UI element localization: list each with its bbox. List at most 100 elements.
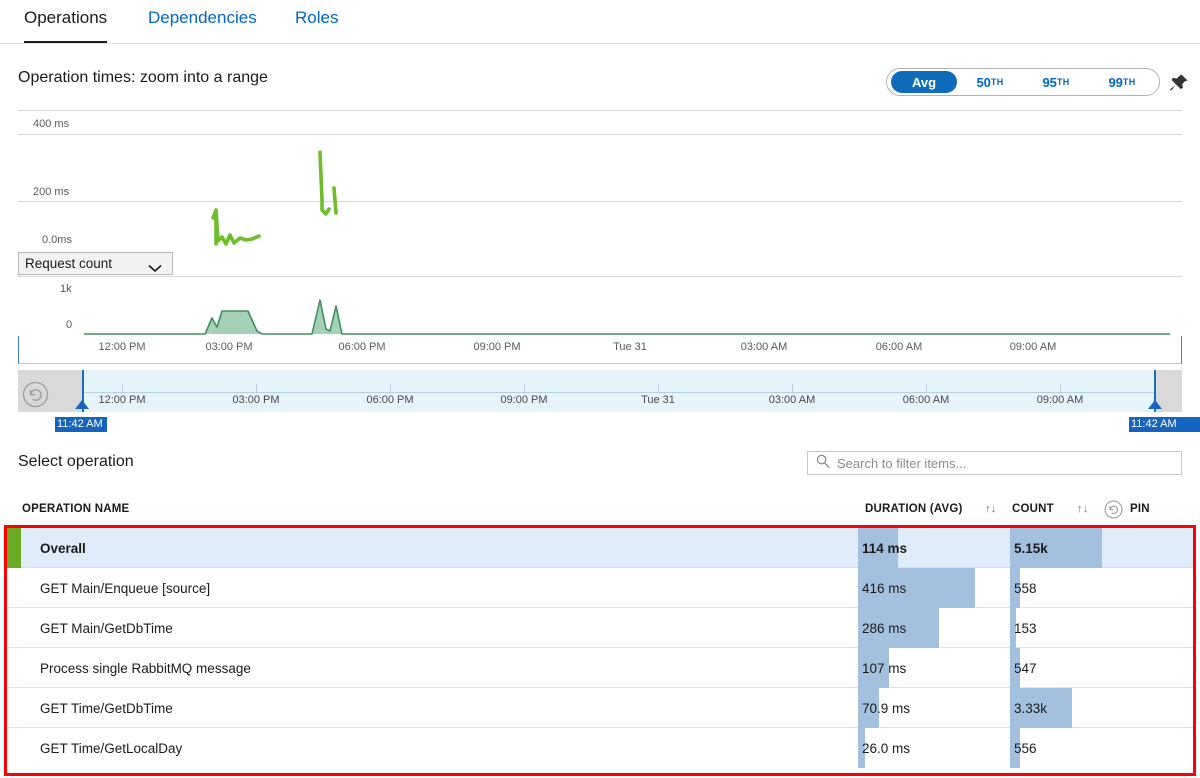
percentile-avg[interactable]: Avg: [891, 71, 957, 93]
row-count-value: 547: [1014, 660, 1037, 676]
tab-operations[interactable]: Operations: [24, 6, 108, 43]
percentile-50th-sup: TH: [990, 77, 1004, 87]
range-handle-left[interactable]: [75, 400, 89, 409]
range-axis-tick: 03:00 AM: [768, 394, 816, 406]
row-duration-value: 70.9 ms: [862, 700, 911, 716]
row-count-value: 556: [1014, 740, 1037, 756]
search-filter-box[interactable]: [807, 451, 1182, 475]
table-row[interactable]: GET Main/GetDbTime 286 ms 153: [7, 608, 1193, 648]
range-tickmark: [926, 384, 927, 393]
range-axis-tick: 06:00 PM: [366, 394, 414, 406]
row-count-value: 558: [1014, 580, 1037, 596]
axis-tick: 03:00 AM: [740, 341, 788, 353]
range-axis-tick: 06:00 AM: [902, 394, 950, 406]
range-tickmark: [1060, 384, 1061, 393]
percentile-99th[interactable]: 99 TH: [1089, 71, 1155, 93]
percentile-95th-label: 95: [1042, 74, 1057, 90]
row-count-cell: 5.15k: [1010, 528, 1158, 568]
range-axis-tick: 09:00 AM: [1036, 394, 1084, 406]
row-operation-name: Process single RabbitMQ message: [40, 660, 251, 676]
table-header: OPERATION NAME DURATION (AVG) ↑↓ COUNT ↑…: [0, 500, 1200, 522]
row-duration-cell: 416 ms: [858, 568, 1006, 608]
percentile-95th-sup: TH: [1056, 77, 1070, 87]
range-handle-right-label: 11:42 AM: [1129, 417, 1200, 432]
table-row[interactable]: Process single RabbitMQ message 107 ms 5…: [7, 648, 1193, 688]
chevron-down-icon: [148, 261, 162, 276]
range-axis-tick: 09:00 PM: [500, 394, 548, 406]
column-header-pin[interactable]: PIN: [1130, 503, 1150, 515]
axis-tick: Tue 31: [613, 341, 647, 353]
tab-roles[interactable]: Roles: [295, 6, 338, 43]
table-row[interactable]: GET Time/GetLocalDay 26.0 ms 556: [7, 728, 1193, 768]
axis-tick: 09:00 PM: [473, 341, 521, 353]
axis-tick: 06:00 AM: [875, 341, 923, 353]
row-duration-cell: 286 ms: [858, 608, 1006, 648]
sort-count-icon[interactable]: ↑↓: [1077, 503, 1088, 515]
percentile-99th-sup: TH: [1122, 77, 1136, 87]
range-handle-left-label: 11:42 AM: [55, 417, 107, 432]
percentile-avg-label: Avg: [911, 74, 937, 90]
reset-icon[interactable]: [22, 381, 49, 408]
table-row[interactable]: GET Time/GetDbTime 70.9 ms 3.33k: [7, 688, 1193, 728]
range-tickmark: [792, 384, 793, 393]
column-header-count[interactable]: COUNT: [1012, 503, 1054, 515]
operation-duration-chart[interactable]: 400 ms 200 ms 0.0ms: [0, 110, 1200, 248]
percentile-50th-label: 50: [976, 74, 991, 90]
row-duration-value: 114 ms: [862, 540, 908, 556]
row-count-cell: 153: [1010, 608, 1158, 648]
time-range-selector[interactable]: 12:00 PM 03:00 PM 06:00 PM 09:00 PM Tue …: [18, 370, 1182, 412]
axis-tick: 06:00 PM: [338, 341, 386, 353]
row-duration-cell: 107 ms: [858, 648, 1006, 688]
row-duration-value: 416 ms: [862, 580, 907, 596]
tab-dependencies[interactable]: Dependencies: [148, 6, 257, 43]
row-count-value: 3.33k: [1014, 700, 1048, 716]
range-handle-right[interactable]: [1148, 400, 1162, 409]
row-count-value: 153: [1014, 620, 1037, 636]
chart-gridline: [18, 276, 1182, 277]
metric-select-value: Request count: [25, 256, 113, 271]
metric-select[interactable]: Request count: [18, 252, 173, 275]
range-tickmark: [122, 384, 123, 393]
percentile-99th-label: 99: [1108, 74, 1123, 90]
row-operation-name: GET Main/GetDbTime: [40, 620, 173, 636]
select-operation-label: Select operation: [18, 453, 134, 470]
time-range-selection[interactable]: 12:00 PM 03:00 PM 06:00 PM 09:00 PM Tue …: [82, 370, 1156, 412]
row-duration-cell: 70.9 ms: [858, 688, 1006, 728]
row-operation-name: GET Main/Enqueue [source]: [40, 580, 211, 596]
sort-duration-icon[interactable]: ↑↓: [985, 503, 996, 515]
operations-table: Overall 114 ms 5.15k GET Main/Enqueue [s…: [7, 528, 1193, 768]
percentile-95th[interactable]: 95 TH: [1023, 71, 1089, 93]
count-area-spark: [84, 299, 1170, 335]
column-header-operation-name[interactable]: OPERATION NAME: [22, 503, 129, 515]
search-input[interactable]: [837, 455, 1167, 471]
percentile-50th[interactable]: 50 TH: [957, 71, 1023, 93]
table-row[interactable]: GET Main/Enqueue [source] 416 ms 558: [7, 568, 1193, 608]
reset-icon[interactable]: [1104, 500, 1123, 522]
range-axis-tick: 12:00 PM: [98, 394, 146, 406]
row-operation-name: GET Time/GetLocalDay: [40, 740, 183, 756]
row-duration-value: 286 ms: [862, 620, 907, 636]
row-duration-value: 107 ms: [862, 660, 907, 676]
row-accent-bar: [7, 528, 21, 568]
row-count-cell: 547: [1010, 648, 1158, 688]
chart-time-axis: 12:00 PM 03:00 PM 06:00 PM 09:00 PM Tue …: [18, 336, 1182, 364]
search-icon: [816, 454, 830, 473]
range-axis-tick: 03:00 PM: [232, 394, 280, 406]
axis-tick: 09:00 AM: [1009, 341, 1057, 353]
axis-tick: 12:00 PM: [98, 341, 146, 353]
pin-icon[interactable]: [1166, 70, 1192, 96]
row-count-cell: 556: [1010, 728, 1158, 768]
range-tickmark: [658, 384, 659, 393]
duration-sparkline: [211, 150, 338, 246]
row-operation-name: Overall: [40, 540, 86, 556]
row-count-cell: 3.33k: [1010, 688, 1158, 728]
request-count-chart[interactable]: 1k 0: [0, 276, 1200, 335]
row-duration-cell: 114 ms: [858, 528, 1006, 568]
row-operation-name: GET Time/GetDbTime: [40, 700, 173, 716]
percentile-toggle-group: Avg 50 TH 95 TH 99 TH: [886, 68, 1160, 96]
range-tickmark: [390, 384, 391, 393]
row-count-cell: 558: [1010, 568, 1158, 608]
column-header-duration[interactable]: DURATION (AVG): [865, 503, 963, 515]
table-row[interactable]: Overall 114 ms 5.15k: [7, 528, 1193, 568]
axis-tick: 03:00 PM: [205, 341, 253, 353]
